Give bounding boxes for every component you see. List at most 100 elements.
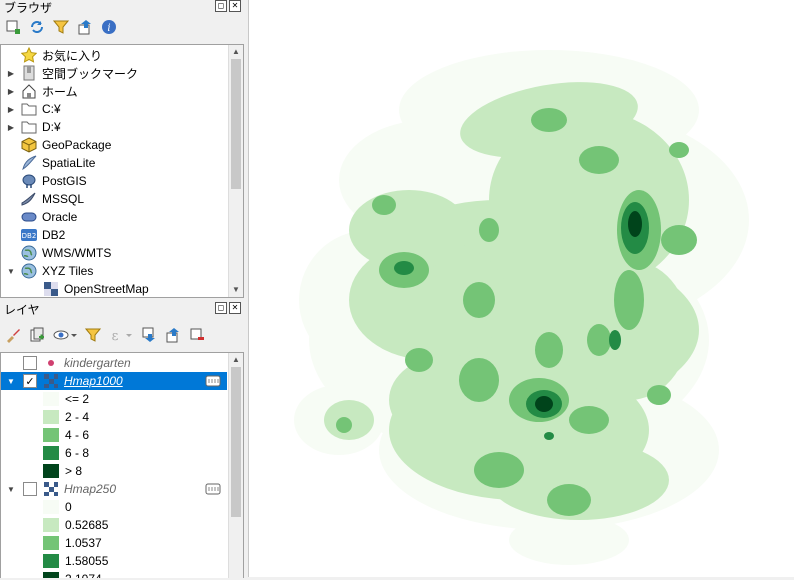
- refresh-icon: [31, 21, 43, 33]
- legend-label: 2 - 4: [65, 410, 90, 424]
- heat-blob: [587, 324, 611, 356]
- scroll-down-arrow[interactable]: ▼: [229, 283, 243, 297]
- heat-blob: [394, 261, 414, 275]
- browser-item[interactable]: PostGIS: [1, 172, 227, 190]
- browser-item[interactable]: ▼ XYZ Tiles: [1, 262, 227, 280]
- legend-item: 0.52685: [43, 516, 108, 534]
- expanded-arrow-icon[interactable]: ▼: [5, 377, 17, 386]
- add-selected-layers-button[interactable]: [4, 18, 22, 36]
- browser-item[interactable]: ▶ D:¥: [1, 118, 227, 136]
- layer-visibility-checkbox[interactable]: ✓: [23, 374, 37, 388]
- browser-item-label: DB2: [42, 228, 66, 242]
- collapse-icon: [78, 20, 91, 35]
- scroll-thumb[interactable]: [231, 367, 241, 517]
- scroll-up-arrow[interactable]: ▲: [229, 45, 243, 59]
- legend-swatch: [43, 428, 59, 442]
- heat-blob: [336, 417, 352, 433]
- mssql-icon: [21, 191, 37, 207]
- heat-blob: [405, 348, 433, 372]
- filter-icon: [85, 328, 101, 342]
- legend-label: <= 2: [65, 392, 90, 406]
- expand-all-button[interactable]: [140, 326, 158, 344]
- remove-layer-button[interactable]: [188, 326, 206, 344]
- legend-swatch: [43, 464, 59, 478]
- scroll-up-arrow[interactable]: ▲: [229, 353, 243, 367]
- layer-indicator-icon[interactable]: [205, 483, 221, 498]
- layer-visibility-checkbox[interactable]: [23, 482, 37, 496]
- collapsed-arrow-icon[interactable]: ▶: [5, 123, 17, 132]
- layers-panel-title: レイヤ: [4, 303, 40, 317]
- heat-blob: [535, 332, 563, 368]
- properties-button[interactable]: i: [100, 18, 118, 36]
- layers-tree[interactable]: kindergarten ▼ ✓ Hmap1000 <= 2 2 - 4 4 - 6 6 - …: [0, 352, 244, 578]
- close-panel-button[interactable]: ✕: [229, 302, 241, 314]
- browser-item-label: XYZ Tiles: [42, 264, 94, 278]
- collapsed-arrow-icon[interactable]: ▶: [5, 105, 17, 114]
- layers-panel: レイヤ ◻ ✕ ε kindergarten ▼ ✓ Hmap1000 <= 22: [0, 302, 244, 578]
- browser-item[interactable]: SpatiaLite: [1, 154, 227, 172]
- legend-item: <= 2: [43, 390, 89, 408]
- layer-row[interactable]: ▼ ✓ Hmap1000: [1, 372, 227, 390]
- browser-scrollbar[interactable]: ▲ ▼: [228, 45, 243, 297]
- map-canvas[interactable]: [248, 0, 794, 577]
- scroll-thumb[interactable]: [231, 59, 241, 189]
- legend-label: 1.58055: [65, 554, 109, 568]
- legend-swatch: [43, 410, 59, 424]
- globe-icon: [21, 245, 37, 261]
- svg-text:DB2: DB2: [22, 232, 37, 240]
- filter-legend-button[interactable]: [84, 326, 102, 344]
- browser-item[interactable]: Oracle: [1, 208, 227, 226]
- remove-layer-icon: [190, 328, 204, 340]
- heat-blob: [463, 282, 495, 318]
- expanded-arrow-icon[interactable]: ▼: [5, 267, 17, 276]
- expression-filter-button[interactable]: ε: [108, 326, 134, 344]
- browser-item[interactable]: ▶ 空間ブックマーク: [1, 64, 227, 82]
- layers-scrollbar[interactable]: ▲: [228, 353, 243, 578]
- browser-item[interactable]: MSSQL: [1, 190, 227, 208]
- add-group-button[interactable]: [28, 326, 46, 344]
- heat-blob: [647, 385, 671, 405]
- heat-blob: [614, 270, 644, 330]
- browser-panel: ブラウザ ◻ ✕ i お気に入り ▶ 空間ブックマーク ▶ ホーム ▶ C:¥ ▶ D:¥ Geo…: [0, 0, 244, 298]
- browser-item[interactable]: DB2 DB2: [1, 226, 227, 244]
- style-layer-button[interactable]: [4, 326, 22, 344]
- legend-swatch: [43, 572, 59, 578]
- layer-row[interactable]: kindergarten: [1, 354, 227, 372]
- expanded-arrow-icon[interactable]: ▼: [5, 485, 17, 494]
- collapsed-arrow-icon[interactable]: ▶: [5, 87, 17, 96]
- layer-row[interactable]: ▼ Hmap250: [1, 480, 227, 498]
- filter-button[interactable]: [52, 18, 70, 36]
- browser-tree[interactable]: お気に入り ▶ 空間ブックマーク ▶ ホーム ▶ C:¥ ▶ D:¥ GeoPackage Spat…: [0, 44, 244, 298]
- browser-item-label: SpatiaLite: [42, 156, 96, 170]
- collapse-all-button[interactable]: [76, 18, 94, 36]
- bookmark-icon: [21, 65, 37, 81]
- float-panel-button[interactable]: ◻: [215, 0, 227, 12]
- browser-item-label: 空間ブックマーク: [42, 66, 139, 81]
- legend-item: 0: [43, 498, 72, 516]
- browser-item-label: D:¥: [42, 120, 61, 134]
- legend-item: 1.0537: [43, 534, 102, 552]
- browser-item[interactable]: WMS/WMTS: [1, 244, 227, 262]
- collapse-all-layers-button[interactable]: [164, 326, 182, 344]
- visibility-button[interactable]: [52, 326, 78, 344]
- browser-item-label: GeoPackage: [42, 138, 112, 152]
- browser-item[interactable]: ▶ C:¥: [1, 100, 227, 118]
- layer-indicator-icon[interactable]: [205, 375, 221, 390]
- legend-label: 0.52685: [65, 518, 109, 532]
- float-panel-button[interactable]: ◻: [215, 302, 227, 314]
- layer-visibility-checkbox[interactable]: [23, 356, 37, 370]
- browser-item[interactable]: GeoPackage: [1, 136, 227, 154]
- browser-item[interactable]: お気に入り: [1, 46, 227, 64]
- collapsed-arrow-icon[interactable]: ▶: [5, 69, 17, 78]
- raster-icon: [43, 481, 59, 497]
- legend-label: 2.1074: [65, 572, 102, 578]
- legend-item: 4 - 6: [43, 426, 89, 444]
- browser-item[interactable]: ▶ ホーム: [1, 82, 227, 100]
- refresh-button[interactable]: [28, 18, 46, 36]
- add-group-icon: [30, 327, 44, 342]
- legend-item: 1.58055: [43, 552, 108, 570]
- browser-item-label: お気に入り: [42, 48, 103, 63]
- db2-icon: DB2: [21, 227, 37, 243]
- browser-item[interactable]: OpenStreetMap: [1, 280, 227, 297]
- close-panel-button[interactable]: ✕: [229, 0, 241, 12]
